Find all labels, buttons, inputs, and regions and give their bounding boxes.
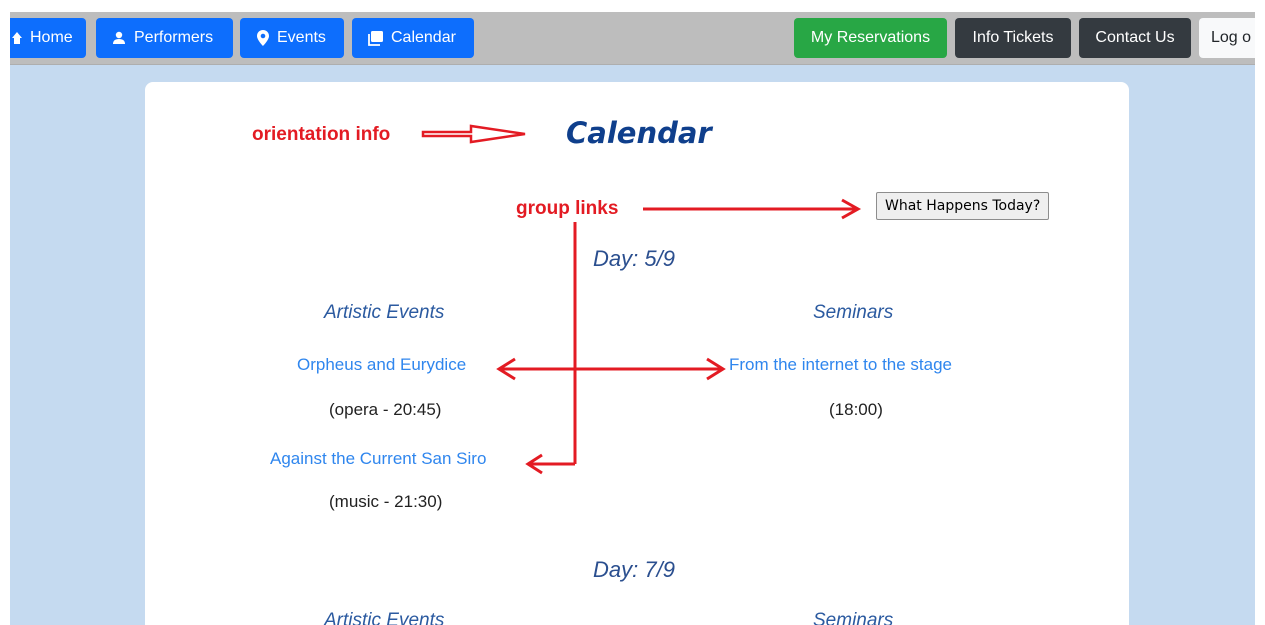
nav-events-button[interactable]: Events bbox=[240, 18, 344, 58]
viewport: Home Performers Events Calendar My Reser… bbox=[10, 0, 1255, 625]
nav-home-button[interactable]: Home bbox=[10, 18, 86, 58]
logout-label: Log o bbox=[1211, 29, 1252, 46]
nav-performers-button[interactable]: Performers bbox=[96, 18, 233, 58]
nav-events-label: Events bbox=[277, 29, 326, 46]
home-icon bbox=[12, 32, 22, 44]
my-reservations-label: My Reservations bbox=[810, 29, 931, 46]
contact-us-button[interactable]: Contact Us bbox=[1079, 18, 1191, 58]
top-strip bbox=[10, 0, 1255, 12]
my-reservations-button[interactable]: My Reservations bbox=[794, 18, 947, 58]
info-tickets-button[interactable]: Info Tickets bbox=[955, 18, 1071, 58]
calendar-card: orientation info Calendar group links Wh… bbox=[145, 82, 1129, 625]
calendar-icon bbox=[368, 30, 383, 46]
info-tickets-label: Info Tickets bbox=[972, 29, 1054, 46]
logout-button[interactable]: Log o bbox=[1199, 18, 1255, 58]
nav-calendar-button[interactable]: Calendar bbox=[352, 18, 474, 58]
annotation-arrows bbox=[421, 124, 862, 475]
contact-us-label: Contact Us bbox=[1095, 29, 1175, 46]
navbar: Home Performers Events Calendar My Reser… bbox=[10, 12, 1255, 65]
hollow-arrow-icon bbox=[421, 124, 526, 144]
map-pin-icon bbox=[257, 30, 269, 46]
nav-calendar-label: Calendar bbox=[391, 29, 456, 46]
person-icon bbox=[113, 31, 125, 44]
nav-home-label: Home bbox=[30, 29, 73, 46]
nav-performers-label: Performers bbox=[134, 29, 214, 46]
